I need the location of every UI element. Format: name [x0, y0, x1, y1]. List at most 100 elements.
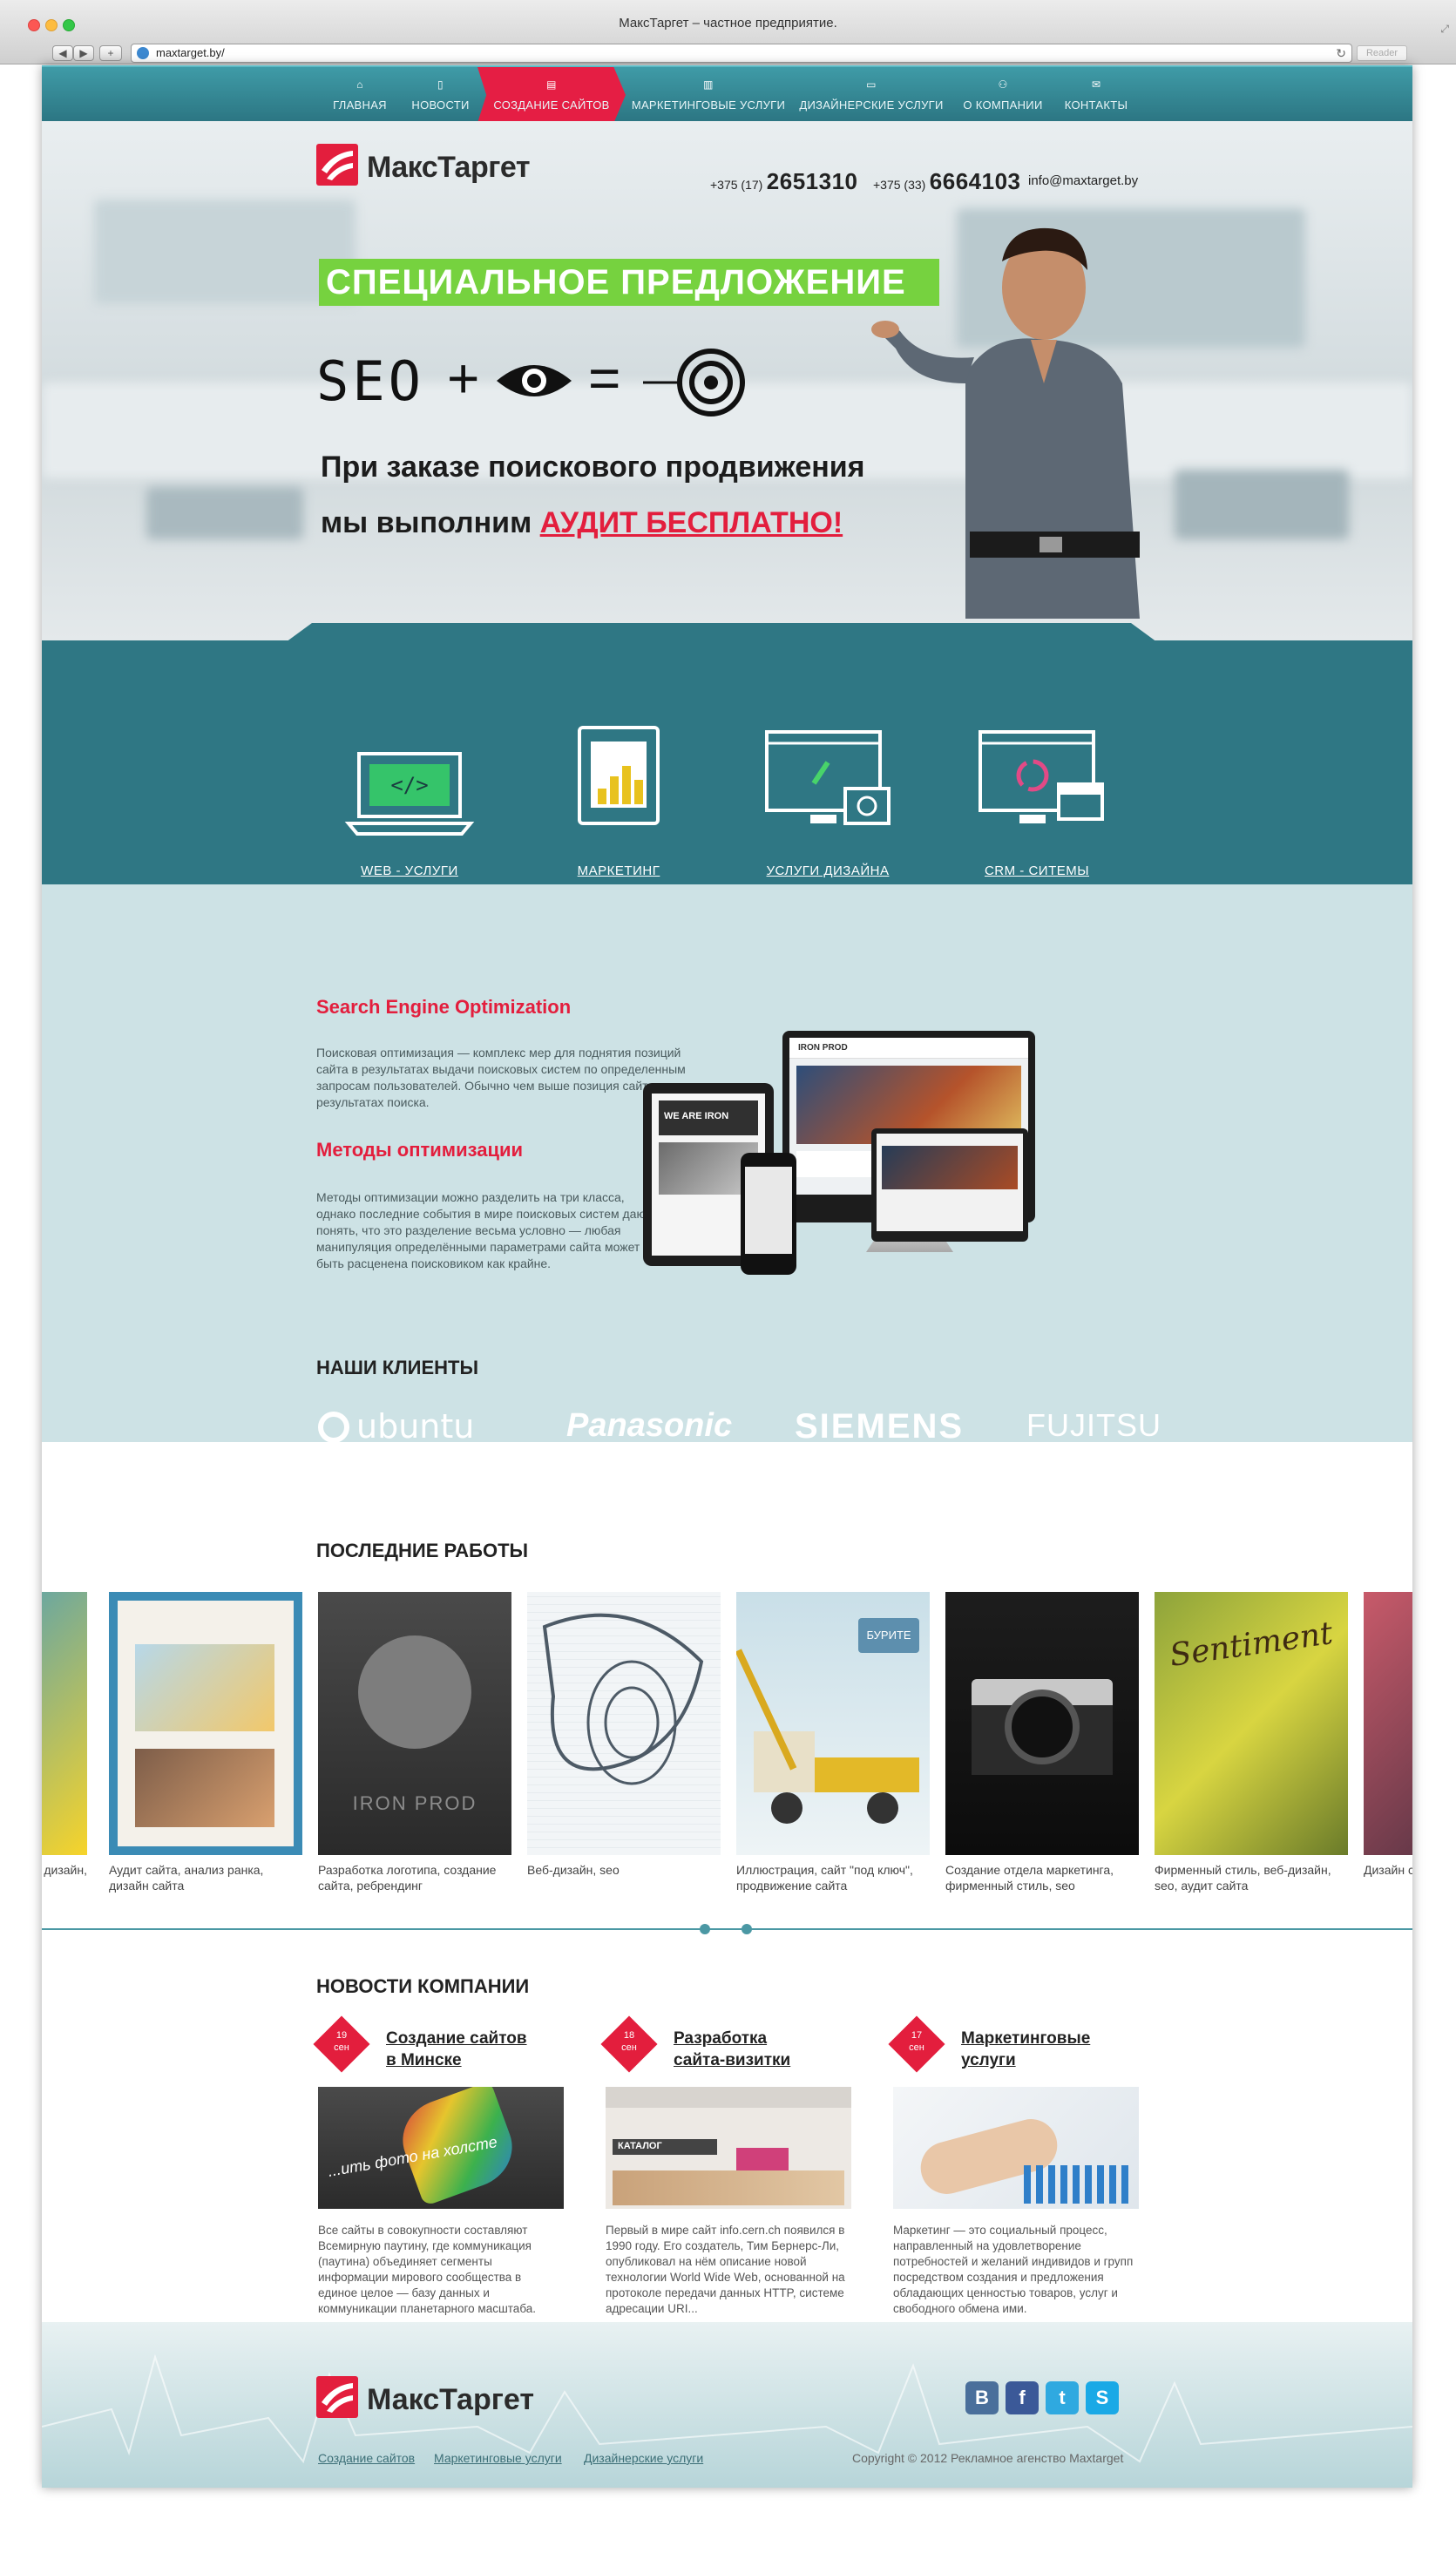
carousel-dot[interactable]	[742, 1924, 752, 1934]
skype-icon[interactable]: S	[1086, 2381, 1119, 2414]
work-caption: Создание отдела маркетинга, фирменный ст…	[945, 1863, 1114, 1893]
logo[interactable]: МаксТаргет	[316, 144, 538, 187]
logo-mark-icon	[316, 144, 358, 186]
nav-item-home[interactable]: ⌂ ГЛАВНАЯ	[321, 67, 399, 123]
free-audit-link[interactable]: АУДИТ БЕСПЛАТНО!	[540, 506, 843, 539]
work-caption: дизайн,	[44, 1863, 87, 1877]
phone-number: 2651310	[766, 168, 858, 194]
service-crm[interactable]: CRM - СИТЕМЫ	[950, 693, 1124, 878]
bg-office-shape	[1175, 470, 1349, 539]
phone-image	[741, 1153, 796, 1275]
work-item[interactable]: дизайн,	[42, 1592, 87, 1878]
date-day: 17	[911, 2030, 923, 2041]
work-caption: Иллюстрация, сайт "под ключ", продвижени…	[736, 1863, 913, 1893]
copyright: Copyright © 2012 Рекламное агенство Maxt…	[852, 2451, 1124, 2465]
work-thumbnail	[527, 1592, 721, 1855]
news-title[interactable]: Разработка сайта-визитки	[674, 2028, 790, 2071]
forward-button[interactable]: ▶	[73, 45, 94, 61]
news-image: ...ить фото на холсте	[318, 2087, 564, 2209]
nav-item-design[interactable]: ▭ ДИЗАЙНЕРСКИЕ УСЛУГИ	[793, 67, 950, 123]
phone-prefix: +375 (17)	[710, 178, 763, 192]
nav-item-about[interactable]: ⚇ О КОМПАНИИ	[955, 67, 1051, 123]
footer-link-marketing[interactable]: Маркетинговые услуги	[434, 2451, 562, 2465]
phone-2[interactable]: +375 (33) 6664103	[873, 168, 1021, 195]
work-item[interactable]: БУРИТЕ Иллюстрация, сайт "под ключ", про…	[736, 1592, 930, 1893]
work-caption: Фирменный стиль, веб-дизайн, seo, аудит …	[1155, 1863, 1331, 1893]
vk-icon[interactable]: B	[965, 2381, 999, 2414]
work-thumbnail: БУРИТЕ	[736, 1592, 930, 1855]
footer-link-design[interactable]: Дизайнерские услуги	[584, 2451, 703, 2465]
phone-1[interactable]: +375 (17) 2651310	[710, 168, 858, 195]
nav-label: СОЗДАНИЕ САЙТОВ	[493, 98, 610, 112]
equals-icon: =	[588, 347, 621, 410]
twitter-icon[interactable]: t	[1046, 2381, 1079, 2414]
fullscreen-icon[interactable]: ⤢	[1440, 23, 1449, 36]
code-laptop-icon: </>	[344, 752, 475, 836]
laptop-image	[871, 1128, 1028, 1242]
nav-item-sites[interactable]: ▤ СОЗДАНИЕ САЙТОВ	[477, 67, 626, 123]
work-thumbnail	[945, 1592, 1139, 1855]
news-title-line: в Минске	[386, 2051, 462, 2069]
carousel-dot[interactable]	[700, 1924, 710, 1934]
work-item[interactable]: Создание отдела маркетинга, фирменный ст…	[945, 1592, 1139, 1893]
client-fujitsu-logo[interactable]: FUJITSU	[1026, 1407, 1161, 1444]
work-caption: Дизайн с	[1364, 1863, 1412, 1877]
offer-line-2: мы выполним АУДИТ БЕСПЛАТНО!	[321, 506, 843, 540]
plus-icon: +	[447, 347, 480, 410]
work-thumbnail	[1364, 1592, 1412, 1855]
phone-prefix: +375 (33)	[873, 178, 926, 192]
services-section: </> WEB - УСЛУГИ МАРКЕТИНГ УСЛУГИ ДИЗАЙН…	[42, 640, 1412, 884]
news-image-text: КАТАЛОГ	[613, 2139, 717, 2155]
date-day: 19	[335, 2030, 348, 2041]
work-item[interactable]: Аудит сайта, анализ ранка, дизайн сайта	[109, 1592, 302, 1893]
service-label[interactable]: CRM - СИТЕМЫ	[950, 863, 1124, 878]
work-item[interactable]: Дизайн с	[1364, 1592, 1412, 1878]
facebook-icon[interactable]: f	[1006, 2381, 1039, 2414]
carousel-track	[42, 1928, 1412, 1930]
reader-button[interactable]: Reader	[1357, 45, 1407, 61]
nav-item-marketing[interactable]: ▥ МАРКЕТИНГОВЫЕ УСЛУГИ	[626, 67, 791, 123]
footer-link-sites[interactable]: Создание сайтов	[318, 2451, 415, 2465]
footer-logo-text: МаксТаргет	[367, 2383, 534, 2416]
service-label[interactable]: WEB - УСЛУГИ	[322, 863, 497, 878]
service-label[interactable]: МАРКЕТИНГ	[532, 863, 706, 878]
service-marketing[interactable]: МАРКЕТИНГ	[532, 693, 706, 878]
nav-label: ГЛАВНАЯ	[333, 98, 387, 112]
news-text: Все сайты в совокупности составляют Всем…	[318, 2224, 537, 2315]
address-bar[interactable]: maxtarget.by/ ↻	[131, 44, 1352, 63]
news-title[interactable]: Маркетинговые услуги	[961, 2028, 1090, 2071]
work-overlay-text: БУРИТЕ	[858, 1618, 919, 1653]
client-siemens-logo[interactable]: SIEMENS	[795, 1407, 964, 1446]
methods-heading: Методы оптимизации	[316, 1139, 524, 1161]
offer-text: мы выполним	[321, 506, 532, 539]
browser-titlebar: МаксТаргет – частное предприятие. ◀ ▶ + …	[0, 0, 1456, 64]
mail-icon: ✉	[1091, 78, 1101, 91]
work-item[interactable]: Веб-дизайн, seo	[527, 1592, 721, 1878]
service-design[interactable]: УСЛУГИ ДИЗАЙНА	[741, 693, 915, 878]
globe-icon	[137, 47, 149, 59]
home-icon: ⌂	[356, 78, 363, 91]
news-image	[893, 2087, 1139, 2209]
email-link[interactable]: info@maxtarget.by	[1028, 173, 1138, 188]
nav-label: МАРКЕТИНГОВЫЕ УСЛУГИ	[631, 98, 786, 112]
nav-label: КОНТАКТЫ	[1064, 98, 1128, 112]
service-label[interactable]: УСЛУГИ ДИЗАЙНА	[741, 863, 915, 878]
date-day: 18	[623, 2030, 635, 2041]
back-button[interactable]: ◀	[52, 45, 73, 61]
nav-item-news[interactable]: ▯ НОВОСТИ	[403, 67, 477, 123]
work-item[interactable]: Sentiment Фирменный стиль, веб-дизайн, s…	[1155, 1592, 1348, 1893]
work-caption: Аудит сайта, анализ ранка, дизайн сайта	[109, 1863, 264, 1893]
date-text: 19 сен	[322, 2029, 362, 2054]
nav-item-contacts[interactable]: ✉ КОНТАКТЫ	[1053, 67, 1140, 123]
offer-line-1: При заказе поискового продвижения	[321, 450, 865, 484]
add-bookmark-button[interactable]: +	[99, 45, 122, 61]
methods-text: Методы оптимизации можно разделить на тр…	[316, 1190, 652, 1270]
reload-icon[interactable]: ↻	[1336, 44, 1346, 62]
service-web[interactable]: </> WEB - УСЛУГИ	[322, 693, 497, 878]
bg-office-shape	[94, 200, 356, 304]
news-title[interactable]: Создание сайтов в Минске	[386, 2028, 527, 2071]
client-ubuntu-logo[interactable]: ubuntu	[318, 1407, 474, 1446]
client-panasonic-logo[interactable]: Panasonic	[566, 1407, 732, 1445]
work-item[interactable]: IRON PROD Разработка логотипа, создание …	[318, 1592, 511, 1893]
news-title-line: услуги	[961, 2051, 1016, 2069]
